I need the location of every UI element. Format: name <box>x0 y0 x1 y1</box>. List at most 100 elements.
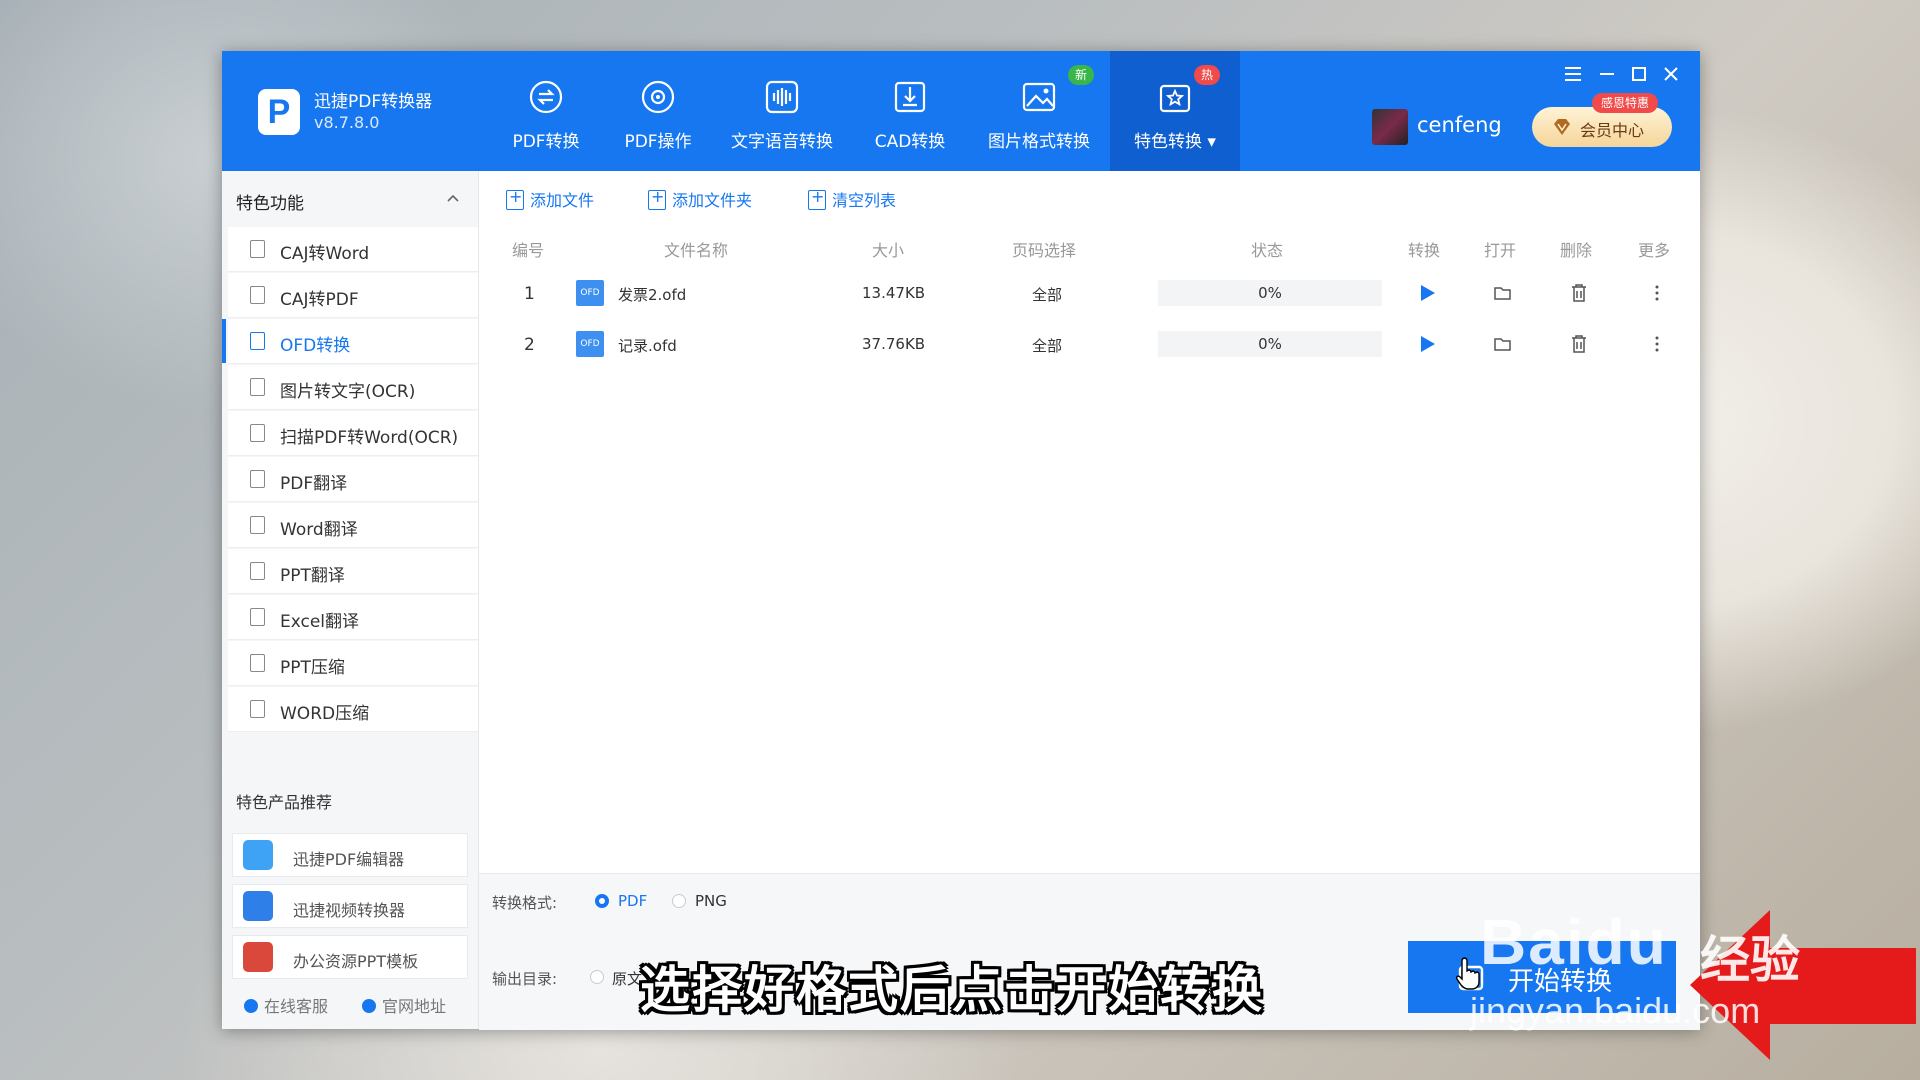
online-service-link[interactable]: 在线客服 <box>244 993 328 1017</box>
menu-icon[interactable] <box>1560 61 1586 87</box>
sidebar-item-word-compress[interactable]: WORD压缩 <box>228 687 478 732</box>
recommend-label: 办公资源PPT模板 <box>293 952 419 971</box>
sidebar-item-label: Excel翻译 <box>280 612 360 632</box>
nav-pdf-operate[interactable]: PDF操作 <box>598 51 718 171</box>
sidebar-item-ppt-translate[interactable]: PPT翻译 <box>228 549 478 594</box>
row-pages[interactable]: 全部 <box>1032 335 1062 356</box>
add-file-button[interactable]: 添加文件 <box>506 187 594 211</box>
col-header-convert: 转换 <box>1408 241 1441 260</box>
col-header-size: 大小 <box>872 241 905 260</box>
jingyan-watermark: 经验 <box>1700 931 1800 989</box>
output-original-radio[interactable] <box>590 970 604 984</box>
file-icon <box>250 332 265 350</box>
folder-open-icon[interactable] <box>1492 333 1514 355</box>
sidebar-item-caj-word[interactable]: CAJ转Word <box>228 227 478 272</box>
file-icon <box>250 700 265 718</box>
nav-text-voice[interactable]: 文字语音转换 <box>712 51 852 171</box>
pdf-convert-icon <box>529 80 563 114</box>
sidebar-item-excel-translate[interactable]: Excel翻译 <box>228 595 478 640</box>
hand-cursor-icon <box>1456 957 1480 990</box>
nav-pdf-convert[interactable]: PDF转换 <box>486 51 606 171</box>
format-png-radio[interactable] <box>672 894 686 908</box>
minimize-icon[interactable] <box>1594 61 1620 87</box>
sidebar-item-label: Word翻译 <box>280 520 358 540</box>
nav-label: PDF转换 <box>512 132 580 152</box>
image-icon <box>1022 82 1056 112</box>
sidebar-item-ppt-compress[interactable]: PPT压缩 <box>228 641 478 686</box>
pdf-editor-icon <box>243 840 273 870</box>
recommend-video-converter[interactable]: 迅捷视频转换器 <box>232 884 468 928</box>
close-icon[interactable] <box>1658 61 1684 87</box>
col-header-more: 更多 <box>1638 241 1671 260</box>
recommend-ppt-template[interactable]: 办公资源PPT模板 <box>232 935 468 979</box>
file-icon <box>250 516 265 534</box>
recommend-label: 迅捷PDF编辑器 <box>293 850 405 869</box>
sidebar-item-label: CAJ转Word <box>280 244 370 264</box>
official-site-link[interactable]: 官网地址 <box>362 993 446 1017</box>
add-folder-button[interactable]: 添加文件夹 <box>648 187 752 211</box>
nav-cad[interactable]: CAD转换 <box>850 51 970 171</box>
nav-label: CAD转换 <box>874 132 946 152</box>
cad-icon <box>894 81 926 113</box>
clear-list-button[interactable]: 清空列表 <box>808 187 896 211</box>
sidebar-header[interactable]: 特色功能 <box>222 171 478 227</box>
format-png-label[interactable]: PNG <box>695 892 727 910</box>
col-header-index: 编号 <box>512 241 545 260</box>
folder-open-icon[interactable] <box>1492 282 1514 304</box>
trash-icon[interactable] <box>1568 333 1590 355</box>
baidu-watermark: Baidu <box>1480 906 1668 978</box>
diamond-icon <box>1554 119 1570 135</box>
more-options-icon[interactable] <box>1646 333 1668 355</box>
row-progress: 0% <box>1158 331 1382 357</box>
maximize-icon[interactable] <box>1626 61 1652 87</box>
sidebar-item-label: PDF翻译 <box>280 474 348 494</box>
progress-value: 0% <box>1258 335 1282 353</box>
image-file-icon <box>250 378 265 396</box>
app-name: 迅捷PDF转换器 <box>314 92 433 112</box>
sidebar-item-label: CAJ转PDF <box>280 290 359 310</box>
format-pdf-radio[interactable] <box>595 894 609 908</box>
row-filename: 发票2.ofd <box>618 286 687 304</box>
row-index: 2 <box>524 335 535 355</box>
trash-icon[interactable] <box>1568 282 1590 304</box>
play-icon[interactable] <box>1416 282 1438 304</box>
more-options-icon[interactable] <box>1646 282 1668 304</box>
col-header-status: 状态 <box>1251 241 1284 260</box>
progress-value: 0% <box>1258 284 1282 302</box>
sidebar: 特色功能 CAJ转Word CAJ转PDF OFD转换 图片转文字(OCR) 扫… <box>222 171 479 1029</box>
sidebar-item-caj-pdf[interactable]: CAJ转PDF <box>228 273 478 318</box>
format-pdf-label[interactable]: PDF <box>618 892 647 910</box>
username[interactable]: cenfeng <box>1417 113 1502 137</box>
file-icon <box>250 286 265 304</box>
row-size: 13.47KB <box>862 284 926 302</box>
browser-icon <box>362 999 376 1013</box>
trash-icon <box>808 187 826 210</box>
play-icon[interactable] <box>1416 333 1438 355</box>
col-header-open: 打开 <box>1484 241 1517 260</box>
chevron-up-icon <box>447 194 459 202</box>
sidebar-item-scan-pdf-word[interactable]: 扫描PDF转Word(OCR) <box>228 411 478 456</box>
sidebar-item-image-ocr[interactable]: 图片转文字(OCR) <box>228 365 478 410</box>
col-header-delete: 删除 <box>1560 241 1593 260</box>
avatar[interactable] <box>1372 109 1408 145</box>
sidebar-item-label: WORD压缩 <box>280 704 370 724</box>
sidebar-item-ofd[interactable]: OFD转换 <box>222 319 478 364</box>
recommend-pdf-editor[interactable]: 迅捷PDF编辑器 <box>232 833 468 877</box>
app-window: P 迅捷PDF转换器 v8.7.8.0 PDF转换 PDF操作 文字语音转换 C… <box>222 51 1700 1030</box>
vip-center-button[interactable]: 会员中心 <box>1532 107 1672 147</box>
sidebar-title: 特色功能 <box>236 194 304 214</box>
output-original-label[interactable]: 原文 <box>612 968 642 989</box>
sidebar-item-pdf-translate[interactable]: PDF翻译 <box>228 457 478 502</box>
ppt-template-icon <box>243 942 273 972</box>
file-icon <box>250 562 265 580</box>
nav-feature-convert[interactable]: 特色转换 ▾ <box>1110 51 1240 171</box>
file-icon <box>250 470 265 488</box>
recommend-label: 迅捷视频转换器 <box>293 901 406 920</box>
audio-wave-icon <box>765 80 799 114</box>
row-pages[interactable]: 全部 <box>1032 284 1062 305</box>
add-folder-icon <box>648 187 666 210</box>
nav-label: 特色转换 ▾ <box>1134 132 1216 152</box>
app-version: v8.7.8.0 <box>314 113 380 132</box>
sidebar-item-label: 图片转文字(OCR) <box>280 382 416 402</box>
sidebar-item-word-translate[interactable]: Word翻译 <box>228 503 478 548</box>
